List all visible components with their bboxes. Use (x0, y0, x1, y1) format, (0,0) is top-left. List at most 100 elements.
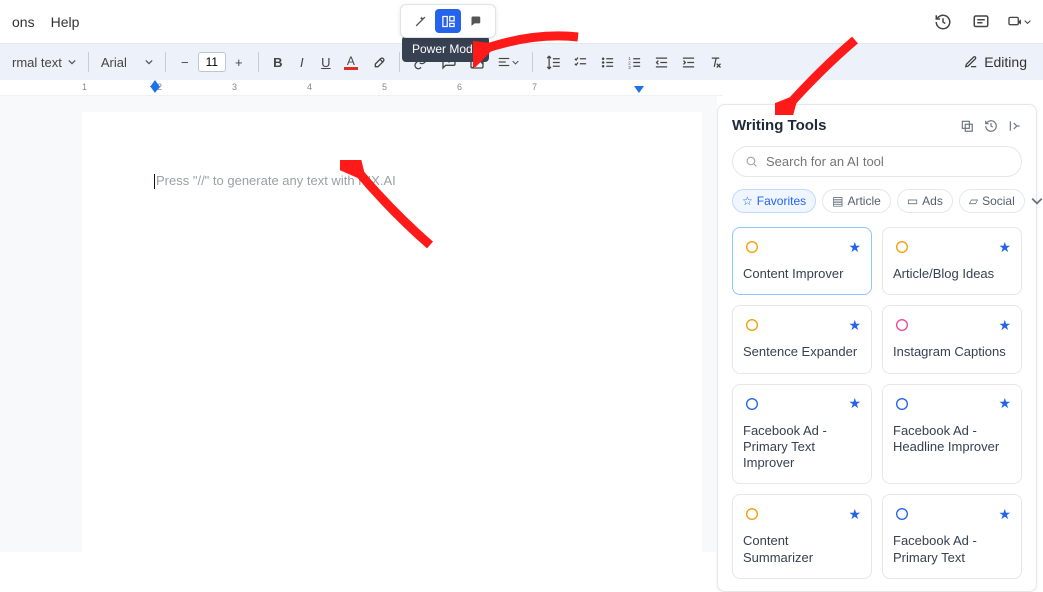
favorite-star-icon[interactable]: ★ (998, 317, 1011, 334)
magic-icon[interactable] (407, 9, 433, 33)
italic-button[interactable]: I (291, 50, 313, 74)
chip-label: Favorites (757, 194, 806, 208)
clear-format-button[interactable] (703, 50, 728, 74)
chat-icon[interactable] (463, 9, 489, 33)
favorite-star-icon[interactable]: ★ (848, 317, 861, 334)
outdent-button[interactable] (649, 50, 674, 74)
tool-card[interactable]: ★ Article/Blog Ideas (882, 227, 1022, 295)
social-icon: ▱ (969, 194, 978, 208)
tool-icon (743, 238, 761, 256)
popout-icon[interactable] (960, 119, 974, 133)
tool-icon (743, 505, 761, 523)
tool-card[interactable]: ★ Content Improver (732, 227, 872, 295)
tool-card[interactable]: ★ Instagram Captions (882, 305, 1022, 373)
favorite-star-icon[interactable]: ★ (848, 506, 861, 523)
numbered-list-button[interactable]: 123 (622, 50, 647, 74)
menu-item-help[interactable]: Help (51, 14, 80, 30)
checklist-button[interactable] (568, 50, 593, 74)
chip-label: Social (982, 194, 1015, 208)
document-area[interactable]: Press "//" to generate any text with HIX… (0, 96, 717, 552)
tool-card[interactable]: ★ Facebook Ad - Primary Text (882, 494, 1022, 579)
tool-card[interactable]: ★ Sentence Expander (732, 305, 872, 373)
tool-icon (893, 316, 911, 334)
highlight-button[interactable] (365, 50, 391, 74)
tool-label: Facebook Ad - Primary Text Improver (743, 423, 861, 472)
present-icon[interactable] (1007, 10, 1031, 34)
tool-label: Sentence Expander (743, 344, 861, 360)
power-mode-button[interactable] (435, 9, 461, 33)
tool-card[interactable]: ★ Content Summarizer (732, 494, 872, 579)
editing-mode-label: Editing (984, 54, 1027, 70)
page[interactable]: Press "//" to generate any text with HIX… (82, 112, 702, 552)
chip-favorites[interactable]: ☆ Favorites (732, 189, 816, 213)
tool-label: Article/Blog Ideas (893, 266, 1011, 282)
pencil-icon (964, 55, 978, 69)
paragraph-style-label: rmal text (12, 55, 62, 70)
tool-icon (893, 505, 911, 523)
ruler-tick: 1 (82, 82, 87, 92)
tool-label: Facebook Ad - Primary Text (893, 533, 1011, 566)
ads-icon: ▭ (907, 194, 918, 208)
increase-font-button[interactable]: + (228, 50, 250, 74)
line-spacing-button[interactable] (541, 50, 566, 74)
favorite-star-icon[interactable]: ★ (848, 239, 861, 256)
favorite-star-icon[interactable]: ★ (998, 395, 1011, 412)
formatting-toolbar: rmal text Arial − + B I U A 123 (0, 44, 1043, 80)
tool-search-input[interactable] (766, 154, 1009, 169)
align-button[interactable] (492, 50, 524, 74)
chip-article[interactable]: ▤ Article (822, 189, 891, 213)
search-icon (745, 155, 758, 168)
paragraph-style-select[interactable]: rmal text (8, 55, 80, 70)
article-icon: ▤ (832, 194, 843, 208)
panel-history-icon[interactable] (984, 119, 998, 133)
tool-icon (743, 395, 761, 413)
bullet-list-button[interactable] (595, 50, 620, 74)
ruler-tick: 4 (307, 82, 312, 92)
underline-button[interactable]: U (315, 50, 337, 74)
tool-label: Content Summarizer (743, 533, 861, 566)
star-icon: ☆ (742, 194, 753, 208)
tool-card[interactable]: ★ Facebook Ad - Primary Text Improver (732, 384, 872, 485)
writing-tools-panel: Writing Tools ☆ Favorites ▤ Article ▭ Ad… (717, 104, 1037, 592)
favorite-star-icon[interactable]: ★ (998, 506, 1011, 523)
font-family-select[interactable]: Arial (97, 55, 157, 70)
font-size-input[interactable] (198, 52, 226, 72)
tool-label: Facebook Ad - Headline Improver (893, 423, 1011, 456)
search-input-wrapper[interactable] (732, 146, 1022, 177)
history-icon[interactable] (931, 10, 955, 34)
ruler-tick: 5 (382, 82, 387, 92)
indent-button[interactable] (676, 50, 701, 74)
tool-icon (743, 316, 761, 334)
favorite-star-icon[interactable]: ★ (848, 395, 861, 412)
chip-ads[interactable]: ▭ Ads (897, 189, 953, 213)
menu-bar: ons Help (0, 0, 1043, 44)
power-mode-tooltip: Power Mode (402, 36, 489, 62)
editor-placeholder: Press "//" to generate any text with HIX… (154, 173, 396, 188)
indent-marker-left[interactable] (150, 86, 160, 93)
menu-item-ons[interactable]: ons (12, 14, 35, 30)
tool-icon (893, 395, 911, 413)
tool-card[interactable]: ★ Facebook Ad - Headline Improver (882, 384, 1022, 485)
ai-mode-pill (400, 4, 496, 38)
favorite-star-icon[interactable]: ★ (998, 239, 1011, 256)
svg-text:3: 3 (628, 64, 631, 69)
collapse-panel-icon[interactable] (1008, 119, 1022, 133)
panel-title: Writing Tools (732, 117, 826, 134)
chip-social[interactable]: ▱ Social (959, 189, 1025, 213)
ruler-tick: 6 (457, 82, 462, 92)
tool-label: Instagram Captions (893, 344, 1011, 360)
text-color-button[interactable]: A (339, 50, 363, 74)
first-line-marker[interactable] (150, 80, 160, 87)
ruler[interactable]: 1 2 3 4 5 6 7 (0, 80, 723, 96)
bold-button[interactable]: B (267, 50, 289, 74)
chip-label: Ads (922, 194, 943, 208)
indent-marker-right[interactable] (634, 86, 644, 93)
decrease-font-button[interactable]: − (174, 50, 196, 74)
ruler-tick: 3 (232, 82, 237, 92)
expand-chips-button[interactable] (1031, 195, 1043, 207)
tool-icon (893, 238, 911, 256)
editing-mode-button[interactable]: Editing (964, 54, 1035, 70)
chip-label: Article (847, 194, 880, 208)
comment-icon[interactable] (969, 10, 993, 34)
tool-label: Content Improver (743, 266, 861, 282)
